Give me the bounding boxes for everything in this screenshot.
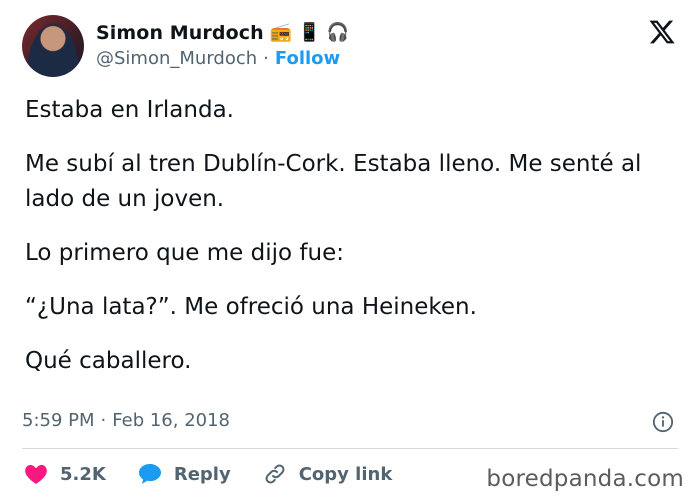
avatar[interactable] xyxy=(22,15,84,77)
radio-icon: 📻 xyxy=(269,22,293,43)
reply-label: Reply xyxy=(173,463,231,485)
tweet-time: 5:59 PM xyxy=(22,410,95,431)
copy-link-button[interactable]: Copy link xyxy=(263,462,393,486)
tweet-body: Estaba en Irlanda. Me subí al tren Dublí… xyxy=(25,93,675,398)
tweet-paragraph: “¿Una lata?”. Me ofreció una Heineken. xyxy=(25,294,477,320)
copy-link-label: Copy link xyxy=(298,463,393,485)
speech-bubble-icon xyxy=(138,464,161,484)
author-handle[interactable]: @Simon_Murdoch xyxy=(96,48,257,69)
tweet-timestamp[interactable]: 5:59 PM · Feb 16, 2018 xyxy=(22,410,230,431)
like-count: 5.2K xyxy=(60,463,106,485)
x-logo-icon[interactable] xyxy=(648,18,676,46)
follow-button[interactable]: Follow xyxy=(275,48,340,69)
heart-icon xyxy=(25,465,47,484)
timestamp-separator: · xyxy=(100,410,107,431)
author-name-row: Simon Murdoch 📻 📱 🎧 xyxy=(96,20,349,46)
author-name[interactable]: Simon Murdoch xyxy=(96,22,264,44)
action-bar: 5.2K Reply Copy link xyxy=(24,462,424,486)
reply-button[interactable]: Reply xyxy=(138,463,231,485)
headphones-icon: 🎧 xyxy=(326,22,350,43)
tweet-paragraph: Me subí al tren Dublín-Cork. Estaba llen… xyxy=(25,151,642,212)
tweet-paragraph: Lo primero que me dijo fue: xyxy=(25,240,344,266)
tweet-date: Feb 16, 2018 xyxy=(112,410,231,431)
link-icon xyxy=(265,464,285,484)
handle-row: @Simon_Murdoch · Follow xyxy=(96,48,340,69)
divider xyxy=(22,448,678,449)
info-icon[interactable] xyxy=(652,411,674,433)
mobile-phone-icon: 📱 xyxy=(298,22,321,43)
tweet-paragraph: Qué caballero. xyxy=(25,348,192,374)
tweet-paragraph: Estaba en Irlanda. xyxy=(25,97,234,123)
watermark: boredpanda.com xyxy=(486,466,684,492)
handle-separator: · xyxy=(263,48,269,69)
like-button[interactable]: 5.2K xyxy=(24,463,106,485)
